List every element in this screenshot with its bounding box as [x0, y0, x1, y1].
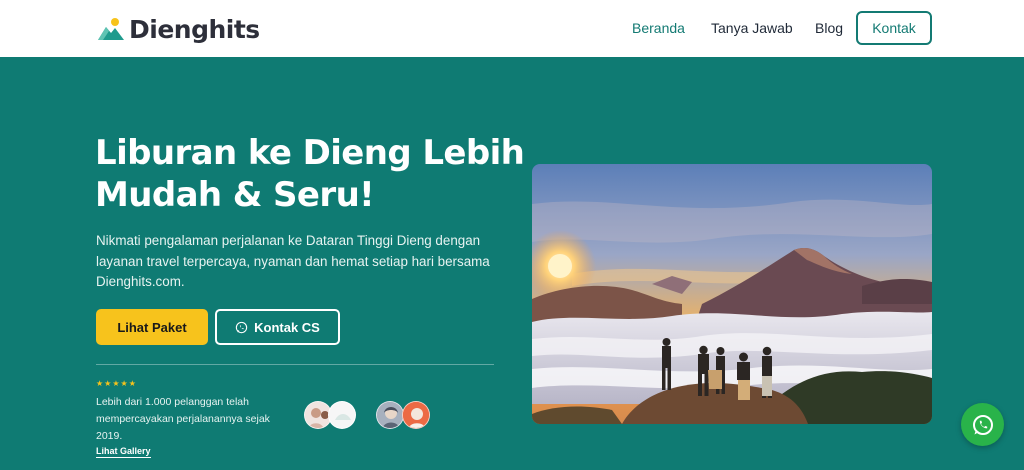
brand-logo[interactable]: Dienghits [97, 14, 260, 44]
customer-avatar [328, 401, 356, 429]
customer-avatar [376, 401, 404, 429]
nav-item-blog[interactable]: Blog [815, 20, 843, 36]
nav-kontak-button[interactable]: Kontak [856, 11, 932, 45]
lihat-gallery-link[interactable]: Lihat Gallery [96, 446, 151, 458]
mountain-logo-icon [98, 18, 124, 40]
brand-name: Dienghits [129, 14, 260, 44]
whatsapp-icon [235, 321, 248, 333]
kontak-cs-button[interactable]: Kontak CS [215, 309, 340, 345]
trust-text: Lebih dari 1.000 pelanggan telah memperc… [96, 396, 270, 442]
hero-photo-dieng-sunrise [532, 164, 932, 424]
top-navbar: Dienghits Beranda Tanya Jawab Blog Konta… [0, 0, 1024, 57]
customer-avatar [402, 401, 430, 429]
rating-stars: ★★★★★ [96, 379, 137, 388]
hero-divider [96, 364, 494, 365]
lihat-paket-button[interactable]: Lihat Paket [96, 309, 208, 345]
hero-title: Liburan ke Dieng Lebih Mudah & Seru! [95, 133, 525, 215]
lihat-paket-label: Lihat Paket [117, 319, 187, 335]
nav-item-beranda[interactable]: Beranda [632, 20, 685, 36]
whatsapp-icon [972, 414, 993, 435]
hero-description: Nikmati pengalaman perjalanan ke Dataran… [96, 233, 490, 289]
kontak-cs-label: Kontak CS [254, 319, 320, 335]
whatsapp-float-button[interactable] [961, 403, 1004, 446]
nav-item-tanya-jawab[interactable]: Tanya Jawab [711, 20, 793, 36]
